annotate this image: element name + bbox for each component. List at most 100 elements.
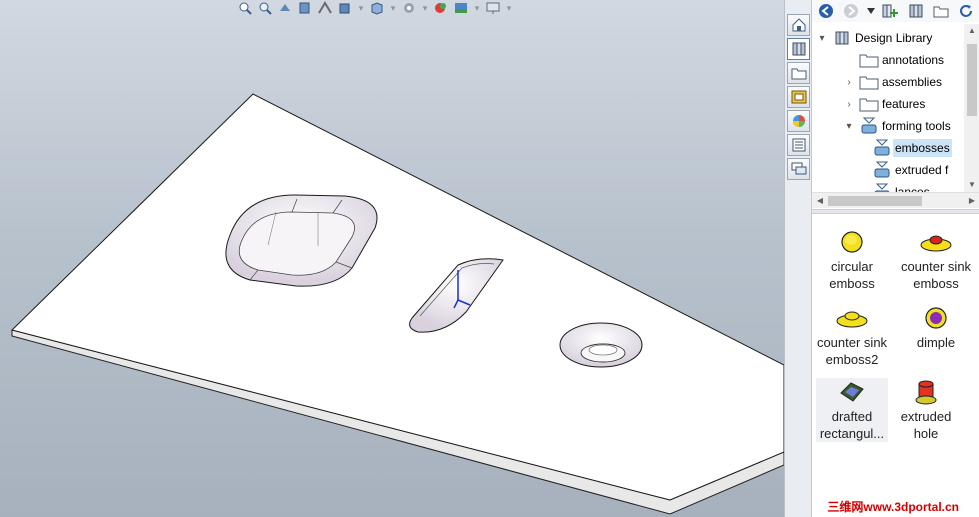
counter-sink-emboss2-icon (835, 304, 869, 332)
library-item-label: dimple (917, 334, 955, 351)
refresh-icon (960, 5, 972, 17)
item-label-line-2: rectangul... (819, 426, 885, 441)
scroll-thumb[interactable] (828, 196, 922, 206)
forward-arrow-icon (844, 4, 858, 18)
chevron-right-icon[interactable]: › (843, 98, 855, 110)
forming-tools-icon (871, 183, 893, 192)
tree-label: forming tools (882, 119, 951, 133)
scroll-up-icon[interactable]: ▲ (964, 24, 979, 38)
tree-item-design-library[interactable]: ▾ Design Library (816, 28, 934, 48)
tree-label: extruded f (895, 163, 949, 177)
tree-horizontal-scrollbar[interactable]: ◀ ▶ (812, 192, 979, 208)
library-item-label: circular emboss (829, 258, 875, 292)
item-label-line-1: circular (831, 259, 873, 274)
counter-sink-emboss-icon (919, 228, 953, 256)
tab-file-explorer[interactable] (787, 62, 810, 84)
tree-item-annotations[interactable]: annotations (843, 50, 946, 70)
chevron-down-icon (867, 8, 875, 14)
item-label-line-1: drafted (831, 409, 873, 424)
back-button[interactable] (816, 2, 836, 20)
tab-forum[interactable] (787, 158, 810, 180)
back-arrow-icon (819, 4, 833, 18)
forward-button[interactable] (841, 2, 861, 20)
dimple-icon (919, 304, 953, 332)
library-item-extruded-hole[interactable]: extruded hole (886, 378, 966, 442)
tree-label: annotations (882, 53, 945, 67)
add-to-library-icon (882, 4, 898, 18)
counter-sink-emboss (559, 322, 643, 368)
add-file-location-button[interactable] (906, 2, 926, 20)
library-items-view: circular emboss counter sink emboss counte… (812, 214, 979, 517)
create-new-folder-button[interactable] (931, 2, 951, 20)
folder-icon (858, 51, 880, 69)
watermark: 三维网www.3dportal.cn (827, 500, 959, 514)
tab-design-library[interactable] (787, 38, 810, 60)
tree-item-features[interactable]: › features (843, 94, 927, 114)
view-palette-icon (791, 90, 806, 104)
item-label-line-1: counter sink (900, 259, 972, 274)
folder-icon (858, 95, 880, 113)
item-label-line-2: emboss (913, 276, 959, 291)
design-library-icon (792, 42, 805, 56)
custom-properties-icon (792, 138, 805, 152)
tree-item-embosses[interactable]: embosses (868, 138, 952, 158)
scroll-left-icon[interactable]: ◀ (812, 194, 828, 208)
tree-item-lances[interactable]: lances (868, 182, 932, 192)
tab-custom-properties[interactable] (787, 134, 810, 156)
tree-item-forming-tools[interactable]: ▾ forming tools (843, 116, 953, 136)
library-toolbar (812, 0, 979, 22)
library-item-label: drafted rectangul... (820, 408, 884, 442)
tree-label: lances (895, 185, 930, 192)
tab-view-palette[interactable] (787, 86, 810, 108)
library-item-counter-sink-emboss2[interactable]: counter sink emboss2 (812, 304, 892, 368)
library-tree: ▾ Design Library annotations › assemblie… (812, 24, 964, 192)
library-item-circular-emboss[interactable]: circular emboss (812, 228, 892, 292)
appearances-icon (792, 115, 805, 127)
drafted-rectangular-icon (835, 378, 869, 406)
graphics-viewport[interactable]: ▾ ▾ ▾ ▾ ▾ (0, 0, 784, 517)
extruded-hole-icon (909, 378, 943, 406)
design-library-icon (831, 29, 853, 47)
design-library-panel: ▾ Design Library annotations › assemblie… (811, 0, 979, 517)
scroll-thumb[interactable] (967, 44, 977, 116)
library-icon (909, 4, 923, 18)
chevron-right-icon[interactable]: › (843, 76, 855, 88)
library-item-dimple[interactable]: dimple (896, 304, 976, 351)
tree-item-extruded-flanges[interactable]: extruded f (868, 160, 950, 180)
chevron-down-icon[interactable]: ▾ (816, 32, 828, 44)
tab-appearances[interactable] (787, 110, 810, 132)
expander-placeholder (843, 54, 855, 66)
folder-icon (858, 73, 880, 91)
chevron-down-icon[interactable]: ▾ (843, 120, 855, 132)
home-icon (792, 18, 805, 32)
history-dropdown[interactable] (866, 2, 876, 20)
library-item-label: counter sink emboss2 (817, 334, 887, 368)
add-to-library-button[interactable] (881, 2, 901, 20)
library-item-drafted-rectangular[interactable]: drafted rectangul... (816, 378, 888, 442)
tree-item-assemblies[interactable]: › assemblies (843, 72, 944, 92)
item-label-line-1: extruded (900, 409, 952, 424)
tree-vertical-scrollbar[interactable]: ▲ ▼ (964, 24, 979, 192)
scroll-down-icon[interactable]: ▼ (964, 178, 979, 192)
folder-icon (933, 6, 949, 18)
tree-label: assemblies (882, 75, 943, 89)
folder-open-icon (791, 68, 806, 80)
tab-solidworks-resources[interactable] (787, 14, 810, 36)
library-item-label: extruded hole (901, 408, 952, 442)
tree-label: embosses (893, 139, 952, 157)
forming-tools-icon (871, 161, 893, 179)
library-item-label: counter sink emboss (901, 258, 971, 292)
circular-emboss-icon (835, 228, 869, 256)
item-label-line-2: emboss2 (825, 352, 879, 367)
tree-label: features (882, 97, 926, 111)
item-label-line-1: counter sink (816, 335, 888, 350)
sheet-metal-model[interactable] (0, 0, 784, 517)
task-pane-tabs (784, 0, 811, 517)
refresh-button[interactable] (956, 2, 976, 20)
forming-tools-icon (871, 139, 893, 157)
scroll-right-icon[interactable]: ▶ (964, 194, 979, 208)
forum-icon (791, 162, 806, 175)
tree-label: Design Library (855, 31, 933, 45)
item-label-line-1: dimple (916, 335, 956, 350)
library-item-counter-sink-emboss[interactable]: counter sink emboss (896, 228, 976, 292)
